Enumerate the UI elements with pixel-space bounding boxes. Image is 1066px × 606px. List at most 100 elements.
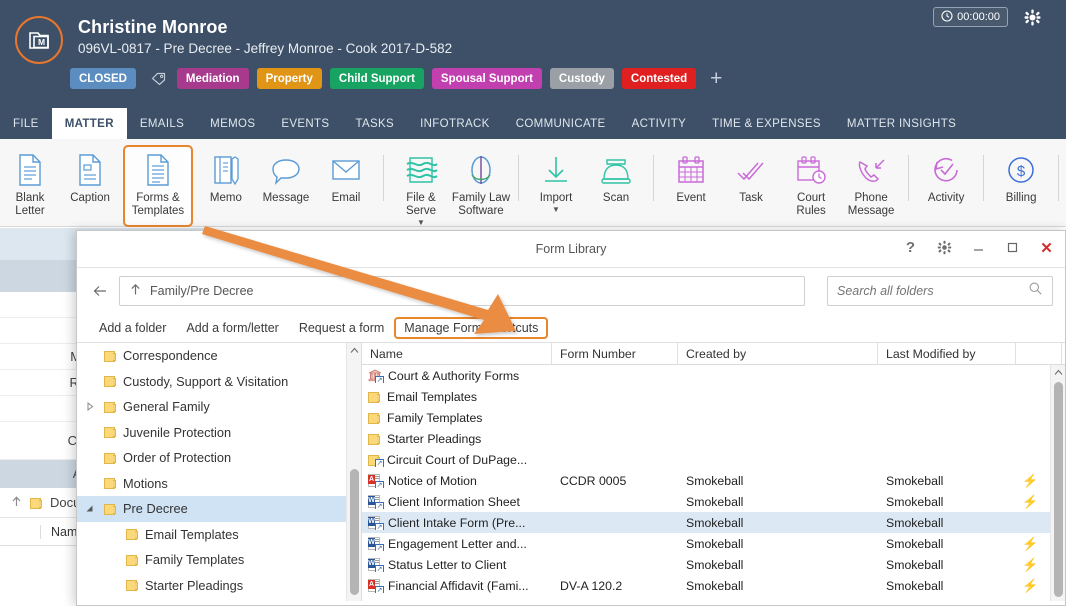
tree-node[interactable]: General Family: [77, 394, 361, 420]
add-a-form-letter-action[interactable]: Add a form/letter: [176, 318, 288, 338]
scan-ribbon-button[interactable]: Scan: [586, 145, 646, 205]
help-icon[interactable]: ?: [902, 239, 919, 256]
tag-badge[interactable]: Custody: [549, 68, 614, 89]
tab-file[interactable]: FILE: [0, 108, 52, 139]
tree-node[interactable]: Juvenile Protection: [77, 420, 361, 446]
status-badge: CLOSED: [70, 68, 136, 89]
close-icon[interactable]: ✕: [1038, 239, 1055, 257]
tree-node[interactable]: Family Templates: [77, 547, 361, 573]
chevron-down-icon[interactable]: ▼: [417, 218, 425, 227]
add-tag-button[interactable]: +: [710, 68, 722, 89]
chevron-down-icon[interactable]: ▼: [552, 205, 560, 214]
maximize-icon[interactable]: [1004, 239, 1021, 256]
caption-ribbon-button[interactable]: Caption: [60, 145, 120, 205]
row-created-by: Smokeball: [686, 515, 744, 530]
event-ribbon-button[interactable]: Event: [661, 145, 721, 205]
table-row[interactable]: Starter Pleadings: [362, 428, 1065, 449]
ribbon-item-label: Blank Letter: [15, 192, 45, 217]
tag-badge[interactable]: Child Support: [329, 68, 424, 89]
manage-form-shortcuts-action[interactable]: Manage Form Shortcuts: [394, 316, 549, 339]
phone-message-ribbon-button[interactable]: Phone Message: [841, 145, 901, 218]
table-row[interactable]: A ↗ Financial Affidavit (Fami... DV-A 120.2…: [362, 575, 1065, 596]
path-input[interactable]: Family/Pre Decree: [119, 275, 805, 306]
word-shortcut-icon: W ↗: [368, 536, 384, 551]
table-row[interactable]: W ↗ Client Intake Form (Pre... Smokeball Smo…: [362, 512, 1065, 533]
list-scroll-thumb[interactable]: [1054, 382, 1063, 597]
timer-widget[interactable]: 00:00:00: [933, 7, 1008, 27]
tree-node[interactable]: Motions: [77, 471, 361, 497]
table-row[interactable]: W ↗ Client Information Sheet Smokeball Smoke…: [362, 491, 1065, 512]
tree-scroll-thumb[interactable]: [350, 469, 359, 595]
add-a-folder-action[interactable]: Add a folder: [89, 318, 176, 338]
minimize-icon[interactable]: [970, 239, 987, 256]
tree-node[interactable]: Correspondence: [77, 343, 361, 369]
file-serve-ribbon-button[interactable]: File & Serve ▼: [391, 145, 451, 227]
blank-letter-ribbon-button[interactable]: Blank Letter: [0, 145, 60, 218]
tab-activity[interactable]: ACTIVITY: [619, 108, 700, 139]
tree-node[interactable]: Custody, Support & Visitation: [77, 369, 361, 395]
tab-matter-insights[interactable]: MATTER INSIGHTS: [834, 108, 969, 139]
request-a-form-action[interactable]: Request a form: [289, 318, 394, 338]
table-row[interactable]: W ↗ Engagement Letter and... Smokeball Smoke…: [362, 533, 1065, 554]
memo-ribbon-button[interactable]: Memo: [196, 145, 256, 205]
tab-infotrack[interactable]: INFOTRACK: [407, 108, 503, 139]
tab-matter[interactable]: MATTER: [51, 108, 127, 139]
tag-badge[interactable]: Spousal Support: [431, 68, 542, 89]
arrow-up-icon[interactable]: [10, 495, 23, 511]
tree-node[interactable]: [77, 598, 361, 601]
row-name-label: Engagement Letter and...: [388, 536, 527, 551]
table-row[interactable]: ↗ Court & Authority Forms: [362, 365, 1065, 386]
email-ribbon-button[interactable]: Email: [316, 145, 376, 205]
chevron-down-icon[interactable]: [81, 504, 98, 513]
forms-templates-ribbon-button[interactable]: Forms & Templates: [123, 145, 193, 227]
tag-badge[interactable]: Property: [256, 68, 322, 89]
column-header[interactable]: Name: [362, 343, 552, 364]
family-law-software-ribbon-button[interactable]: Family Law Software: [451, 145, 511, 218]
scroll-up-icon[interactable]: [1051, 365, 1065, 380]
table-row[interactable]: Family Templates: [362, 407, 1065, 428]
tree-node[interactable]: Pre Decree: [77, 496, 361, 522]
search-icon[interactable]: [1028, 281, 1043, 301]
chevron-right-icon[interactable]: [81, 402, 98, 412]
message-ribbon-button[interactable]: Message: [256, 145, 316, 205]
search-input[interactable]: [837, 283, 1028, 298]
dialog-body: Correspondence Custody, Support & Visitat…: [77, 343, 1065, 601]
tab-tasks[interactable]: TASKS: [342, 108, 407, 139]
word-shortcut-icon: W ↗: [368, 557, 384, 572]
column-header[interactable]: [1016, 343, 1062, 364]
column-header[interactable]: Form Number: [552, 343, 678, 364]
column-header[interactable]: Last Modified by: [878, 343, 1016, 364]
activity-ribbon-button[interactable]: Activity: [916, 145, 976, 205]
task-ribbon-button[interactable]: Task: [721, 145, 781, 205]
column-header[interactable]: Created by: [678, 343, 878, 364]
tab-time-expenses[interactable]: TIME & EXPENSES: [699, 108, 834, 139]
arrow-up-icon[interactable]: [129, 283, 142, 299]
tree-node[interactable]: Order of Protection: [77, 445, 361, 471]
tree-node[interactable]: Email Templates: [77, 522, 361, 548]
tab-communicate[interactable]: COMMUNICATE: [503, 108, 619, 139]
tag-badge[interactable]: Contested: [621, 68, 697, 89]
dialog-gear-icon[interactable]: [936, 239, 953, 256]
tree-scrollbar[interactable]: [346, 343, 361, 601]
tab-memos[interactable]: MEMOS: [197, 108, 268, 139]
list-scrollbar[interactable]: [1050, 365, 1065, 601]
court-rules-ribbon-button[interactable]: Court Rules: [781, 145, 841, 218]
table-row[interactable]: W ↗ Status Letter to Client Smokeball Smokeb…: [362, 554, 1065, 575]
gear-icon[interactable]: [1022, 7, 1042, 27]
scroll-up-icon[interactable]: [347, 343, 361, 358]
ribbon-item-label: Forms & Templates: [131, 192, 185, 217]
table-row[interactable]: ↗ Circuit Court of DuPage...: [362, 449, 1065, 470]
matter-folder-icon: M: [15, 16, 63, 64]
search-input-wrapper[interactable]: [827, 275, 1053, 306]
billing-ribbon-button[interactable]: $ Billing: [991, 145, 1051, 205]
tab-emails[interactable]: EMAILS: [127, 108, 197, 139]
tree-node[interactable]: Starter Pleadings: [77, 573, 361, 599]
tree-node-label: Pre Decree: [123, 501, 188, 517]
arrow-left-icon[interactable]: [89, 280, 111, 302]
import-ribbon-button[interactable]: Import ▼: [526, 145, 586, 214]
table-row[interactable]: Email Templates: [362, 386, 1065, 407]
row-name-label: Email Templates: [387, 389, 477, 404]
tab-events[interactable]: EVENTS: [268, 108, 342, 139]
tag-badge[interactable]: Mediation: [176, 68, 249, 89]
table-row[interactable]: A ↗ Notice of Motion CCDR 0005 Smokeball Smok…: [362, 470, 1065, 491]
